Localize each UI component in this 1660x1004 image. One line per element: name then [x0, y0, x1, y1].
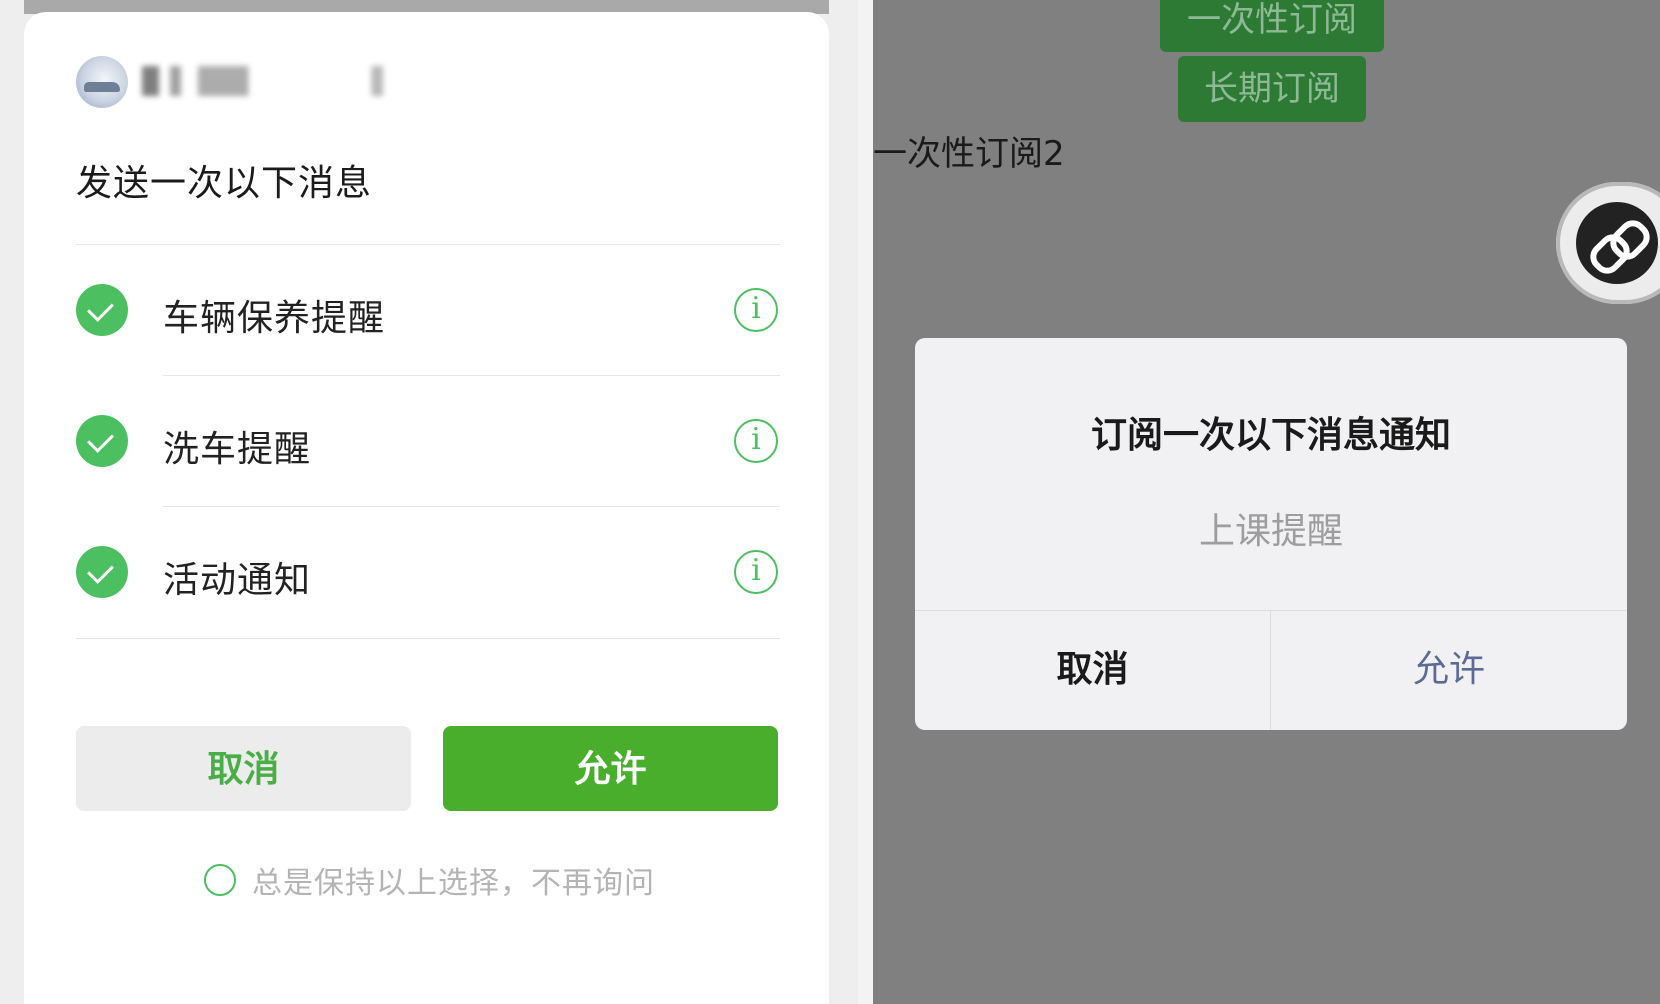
- remember-choice-label: 总是保持以上选择，不再询问: [252, 866, 655, 901]
- one-time-subscribe-button[interactable]: 一次性订阅: [1160, 0, 1384, 52]
- message-item-label: 车辆保养提醒: [163, 298, 386, 339]
- checked-icon[interactable]: [76, 415, 128, 467]
- message-item-label: 洗车提醒: [163, 429, 312, 470]
- message-item-label: 活动通知: [163, 560, 312, 601]
- divider: [76, 638, 780, 639]
- sheet-title: 发送一次以下消息: [76, 163, 373, 204]
- allow-button[interactable]: 允许: [443, 726, 778, 811]
- app-name-redacted: [142, 66, 422, 96]
- info-icon[interactable]: i: [734, 288, 778, 332]
- app-avatar: [76, 56, 128, 108]
- dialog-allow-button[interactable]: 允许: [1271, 610, 1627, 730]
- cancel-button[interactable]: 取消: [76, 726, 411, 811]
- mini-program-link-icon[interactable]: [1576, 202, 1658, 284]
- checked-icon[interactable]: [76, 546, 128, 598]
- remember-choice-option[interactable]: 总是保持以上选择，不再询问: [204, 862, 655, 901]
- subscribe-dialog: 订阅一次以下消息通知 上课提醒 取消 允许: [915, 338, 1627, 730]
- message-item-1[interactable]: 车辆保养提醒 i: [76, 245, 780, 375]
- radio-icon[interactable]: [204, 864, 236, 896]
- panel-gutter: [858, 0, 873, 1004]
- page-text: 一次性订阅2: [873, 134, 1065, 174]
- dialog-title: 订阅一次以下消息通知: [1090, 415, 1451, 456]
- info-icon[interactable]: i: [734, 550, 778, 594]
- message-item-3[interactable]: 活动通知 i: [76, 507, 780, 637]
- dialog-message-item: 上课提醒: [1198, 511, 1343, 552]
- message-item-2[interactable]: 洗车提醒 i: [76, 376, 780, 506]
- dialog-cancel-button[interactable]: 取消: [915, 610, 1270, 730]
- long-term-subscribe-button[interactable]: 长期订阅: [1178, 56, 1366, 122]
- info-icon[interactable]: i: [734, 419, 778, 463]
- checked-icon[interactable]: [76, 284, 128, 336]
